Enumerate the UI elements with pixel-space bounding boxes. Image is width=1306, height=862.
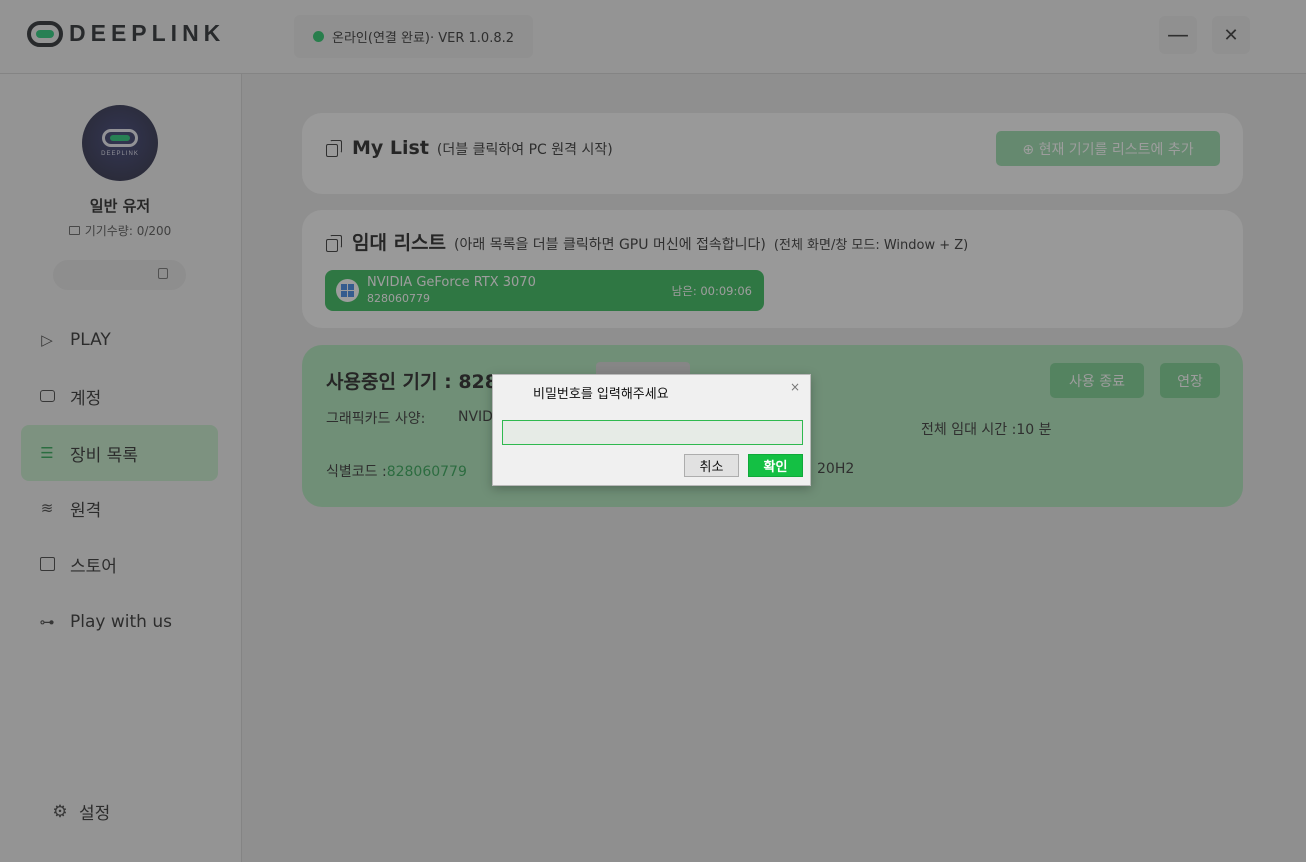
dialog-title: 비밀번호를 입력해주세요	[533, 387, 669, 402]
password-dialog: 비밀번호를 입력해주세요 × 취소 확인	[492, 374, 811, 486]
dialog-close-icon[interactable]: ×	[790, 380, 800, 394]
confirm-button[interactable]: 확인	[748, 454, 803, 477]
cancel-button[interactable]: 취소	[684, 454, 739, 477]
password-input[interactable]	[502, 420, 803, 445]
